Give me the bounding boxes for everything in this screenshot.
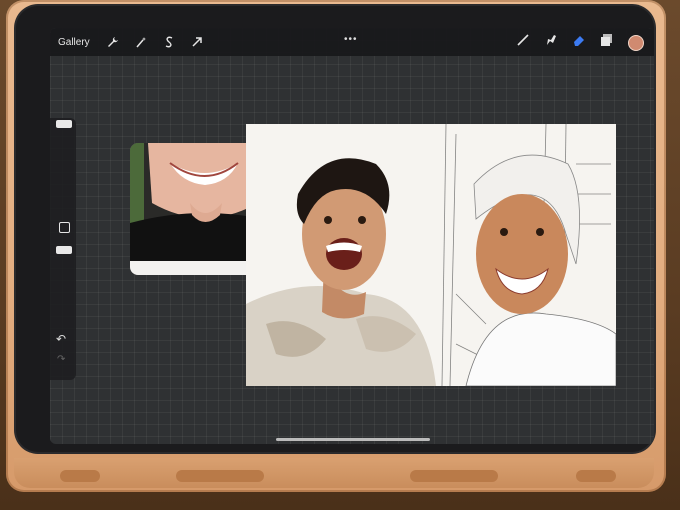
home-indicator[interactable] [276, 438, 430, 441]
case-bottom-strip [14, 458, 654, 488]
case-slot [60, 470, 100, 482]
case-slot [176, 470, 264, 482]
magic-wand-icon[interactable] [132, 33, 150, 51]
modify-button[interactable] [59, 222, 70, 233]
opacity-slider-handle[interactable] [56, 246, 72, 254]
ipad-bezel: Gallery ••• ↶ ↷ [16, 6, 654, 452]
right-tool-group [516, 33, 644, 52]
more-menu-dots[interactable]: ••• [344, 34, 358, 45]
case-slot [410, 470, 498, 482]
left-sidebar: ↶ ↷ [50, 118, 76, 380]
wrench-icon[interactable] [104, 33, 122, 51]
selection-s-icon[interactable] [160, 33, 178, 51]
transform-arrow-icon[interactable] [188, 33, 206, 51]
procreate-screen: Gallery ••• ↶ ↷ [50, 28, 654, 444]
brush-size-slider-handle[interactable] [56, 120, 72, 128]
brush-icon[interactable] [516, 33, 530, 52]
undo-icon[interactable]: ↶ [56, 332, 66, 346]
redo-icon[interactable]: ↷ [57, 354, 65, 365]
drawing-canvas[interactable] [246, 124, 616, 386]
top-toolbar: Gallery ••• [50, 28, 654, 56]
eraser-icon[interactable] [572, 33, 586, 52]
layers-icon[interactable] [600, 33, 614, 52]
color-swatch[interactable] [628, 34, 644, 51]
smudge-icon[interactable] [544, 33, 558, 52]
gallery-button[interactable]: Gallery [58, 37, 90, 48]
case-slot [576, 470, 616, 482]
